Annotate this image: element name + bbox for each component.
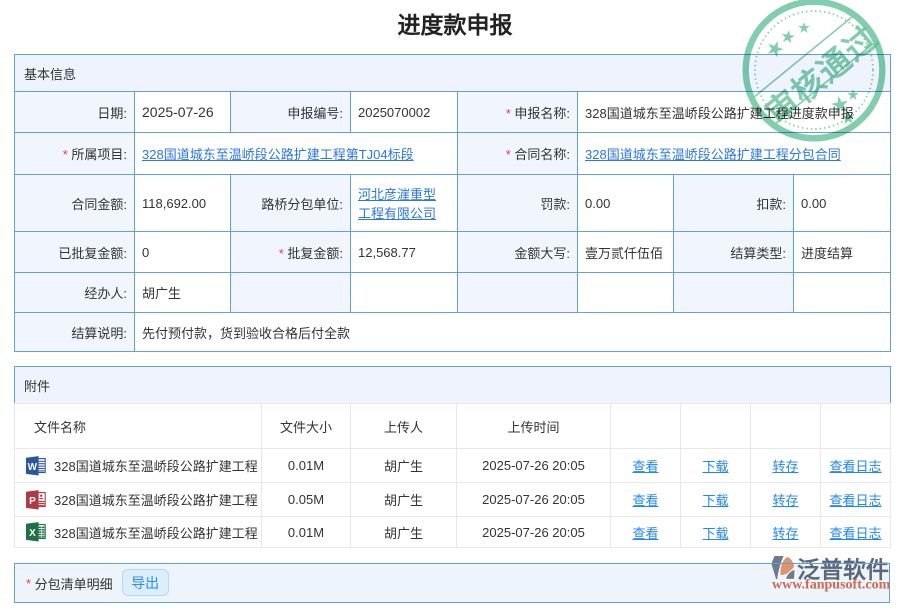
svg-text:www.fanpusoft.com: www.fanpusoft.com xyxy=(772,578,891,593)
svg-text:W: W xyxy=(28,462,38,473)
svg-text:X: X xyxy=(29,528,36,539)
svg-text:P: P xyxy=(29,496,36,507)
